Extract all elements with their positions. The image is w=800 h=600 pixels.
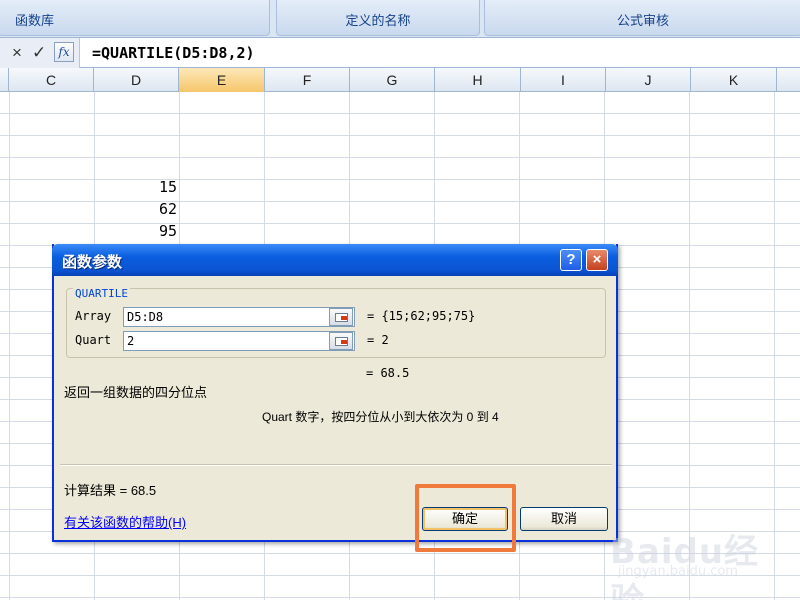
range-select-icon — [335, 313, 348, 322]
quart-label: Quart — [75, 333, 112, 347]
column-header-h[interactable]: H — [435, 68, 521, 92]
column-header-c[interactable]: C — [9, 68, 94, 92]
array-result: = {15;62;95;75} — [367, 309, 476, 323]
cancel-button[interactable]: 取消 — [520, 507, 608, 531]
watermark-url: jingyan.baidu.com — [618, 564, 738, 579]
enter-icon[interactable]: ✓ — [32, 43, 46, 63]
cell-d7[interactable]: 95 — [95, 222, 177, 240]
ribbon-group-defined-names[interactable]: 定义的名称 — [276, 0, 480, 36]
column-header-g[interactable]: G — [350, 68, 435, 92]
cell-d5[interactable]: 15 — [95, 178, 177, 196]
ribbon-group-label: 定义的名称 — [345, 13, 411, 28]
baidu-watermark: Baidu经验 jingyan.baidu.com — [610, 512, 790, 600]
calculation-result: 计算结果 = 68.5 — [64, 483, 157, 498]
column-header-j[interactable]: J — [606, 68, 691, 92]
array-collapse-button[interactable] — [329, 308, 353, 326]
range-select-icon — [335, 337, 348, 346]
function-description: 返回一组数据的四分位点 — [64, 385, 208, 400]
cell-d6[interactable]: 62 — [95, 200, 177, 218]
function-name: QUARTILE — [73, 287, 130, 300]
watermark-logo: Baidu经验 — [610, 532, 760, 600]
quart-result: = 2 — [367, 333, 389, 347]
cancel-icon[interactable]: × — [12, 43, 22, 63]
dialog-title-bar[interactable]: 函数参数 ? × — [52, 244, 618, 276]
quart-input[interactable]: 2 — [123, 331, 355, 351]
close-button[interactable]: × — [586, 249, 608, 271]
arguments-group: QUARTILE Array D5:D8 = {15;62;95;75} Qua… — [66, 287, 606, 358]
ribbon-group-label: 公式审核 — [616, 13, 669, 28]
ok-highlight-box — [415, 484, 516, 552]
ribbon: 函数库 定义的名称 公式审核 — [0, 0, 800, 38]
function-help-link[interactable]: 有关该函数的帮助(H) — [64, 512, 186, 531]
insert-function-icon[interactable]: fx — [54, 42, 74, 62]
ribbon-group-function-library[interactable]: 函数库 — [0, 0, 270, 36]
dialog-title: 函数参数 — [62, 254, 123, 271]
function-arguments-dialog: 函数参数 ? × QUARTILE Array D5:D8 = {15;62;9… — [52, 244, 618, 542]
column-header-f[interactable]: F — [265, 68, 350, 92]
ribbon-group-formula-auditing[interactable]: 公式审核 — [484, 0, 800, 36]
quart-collapse-button[interactable] — [329, 332, 353, 350]
column-header-e[interactable]: E — [179, 68, 265, 92]
array-label: Array — [75, 309, 112, 323]
array-input[interactable]: D5:D8 — [123, 307, 355, 327]
formula-result-preview: = 68.5 — [366, 366, 410, 380]
argument-help: Quart 数字，按四分位从小到大依次为 0 到 4 — [262, 410, 499, 424]
dialog-divider — [60, 464, 612, 466]
column-header-k[interactable]: K — [691, 68, 777, 92]
help-button[interactable]: ? — [560, 249, 582, 271]
ribbon-group-label: 函数库 — [15, 13, 55, 28]
formula-bar-buttons: × ✓ fx — [0, 38, 80, 68]
column-header-partial — [0, 68, 9, 92]
formula-bar: × ✓ fx =QUARTILE(D5:D8,2) — [0, 38, 800, 68]
column-header-d[interactable]: D — [94, 68, 179, 92]
formula-input[interactable]: =QUARTILE(D5:D8,2) — [92, 44, 255, 62]
column-header-i[interactable]: I — [521, 68, 606, 92]
column-header-row: C D E F G H I J K — [0, 68, 800, 92]
